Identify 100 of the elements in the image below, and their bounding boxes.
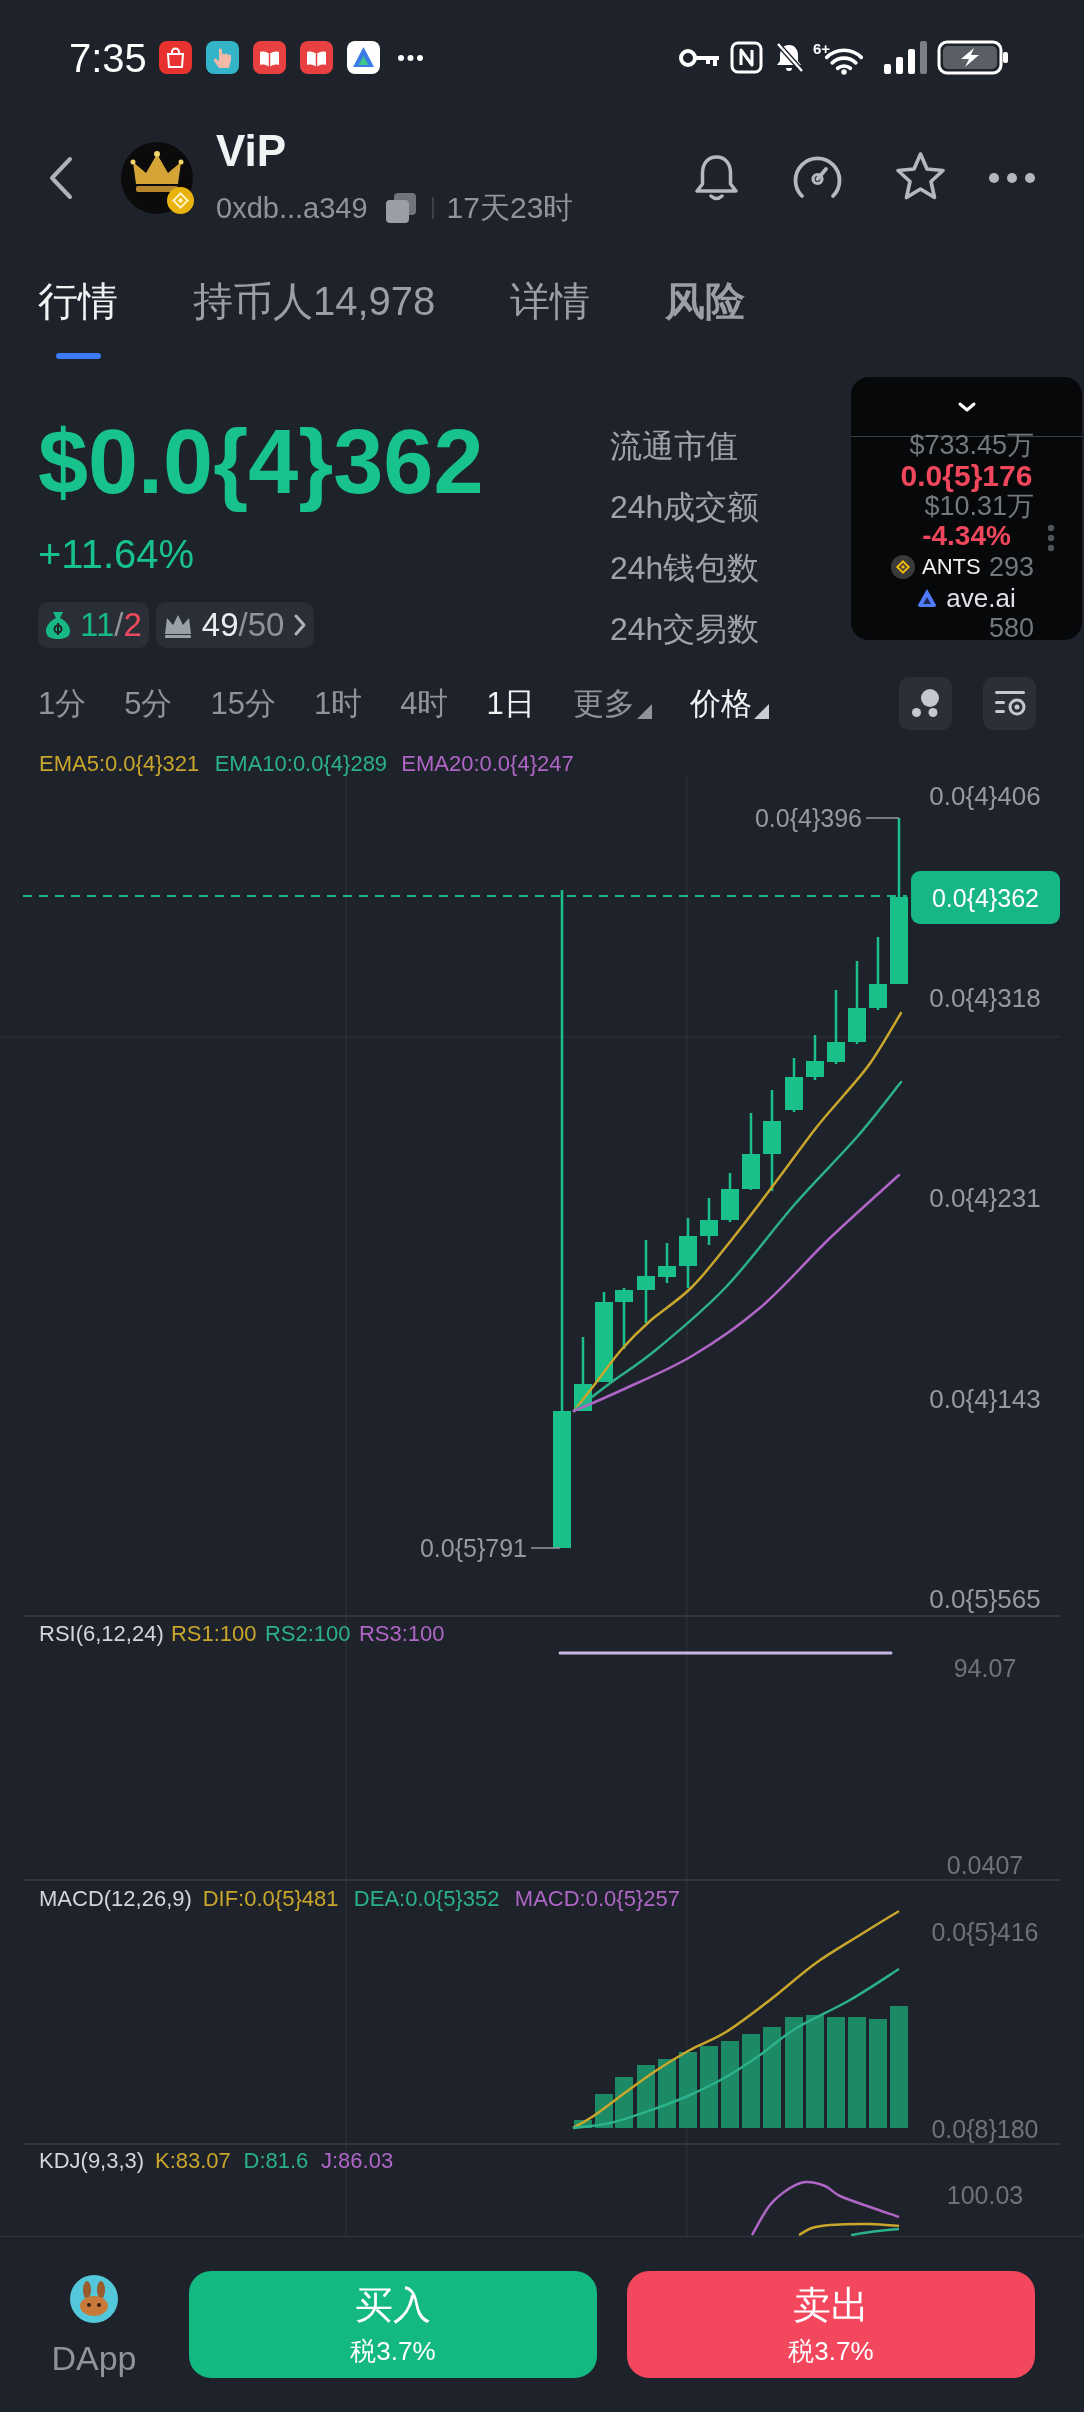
- token-age: 17天23时: [446, 193, 574, 223]
- indicator-legend: RS3:100: [358, 1620, 445, 1646]
- key-icon: [677, 46, 720, 69]
- bag-app-icon: [158, 41, 192, 74]
- badge-count: 49/50: [201, 608, 285, 641]
- candle: [658, 1243, 676, 1283]
- triangle-app-icon: [346, 41, 380, 74]
- y-axis-label: 0.0{4}318: [929, 983, 1041, 1013]
- indicator-legend: RS1:100: [170, 1620, 257, 1646]
- widget-site: ave.ai: [946, 584, 1016, 611]
- candle: [679, 1218, 697, 1288]
- bunny-icon[interactable]: [69, 2274, 119, 2323]
- y-axis-label: 0.0407: [946, 1851, 1024, 1879]
- triangle-logo-icon: [917, 587, 938, 608]
- dropdown-menu[interactable]: 价格: [689, 687, 769, 719]
- more-icon: [397, 54, 423, 61]
- indicator-legend: K:83.07: [155, 2147, 231, 2173]
- circles-icon: [910, 688, 941, 718]
- indicator-legend: MACD:0.0{5}257: [514, 1885, 680, 1911]
- stat-label: 流通市值: [610, 429, 738, 462]
- candle: [700, 1198, 718, 1245]
- macd-bar: [574, 2120, 592, 2128]
- book-app-icon: [299, 41, 333, 74]
- token-title: ViP: [216, 129, 287, 173]
- y-axis-label: 94.07: [953, 1654, 1017, 1682]
- list-settings-icon: [993, 689, 1026, 717]
- tab[interactable]: 详情: [510, 281, 591, 321]
- more-icon[interactable]: [988, 171, 1036, 184]
- indicator-legend: DIF:0.0{5}481: [202, 1885, 339, 1911]
- timeframe-tab[interactable]: 4时: [400, 687, 449, 719]
- price-change: +11.64%: [38, 533, 195, 574]
- timeframe-tab[interactable]: 1时: [314, 687, 363, 719]
- stat-value: 293: [988, 554, 1034, 581]
- indicator-legend: RSI(6,12,24): [39, 1620, 164, 1646]
- indicator-legend: EMA20:0.0{4}247: [401, 750, 574, 776]
- coin-icon: [891, 554, 915, 579]
- widget-change: -4.34%: [922, 521, 1011, 552]
- wifi-badge-text: 6+: [812, 40, 830, 56]
- timeframe-tab[interactable]: 1日: [486, 687, 535, 719]
- indicator-legend: D:81.6: [243, 2147, 309, 2173]
- book-app-icon: [252, 41, 286, 74]
- hand-app-icon: [205, 41, 239, 74]
- y-axis-label: 0.0{4}143: [929, 1384, 1041, 1414]
- y-axis-label: 0.0{4}231: [929, 1183, 1041, 1213]
- badge-count: 11/2: [80, 608, 142, 641]
- back-icon[interactable]: [48, 155, 74, 200]
- stat-label: 24h钱包数: [610, 551, 760, 584]
- status-time: 7:35: [69, 37, 147, 78]
- chart-settings-button[interactable]: [983, 676, 1036, 730]
- more-vertical-icon[interactable]: [1046, 524, 1056, 552]
- dropdown-triangle-icon: [636, 703, 652, 719]
- dropdown-triangle-icon: [753, 703, 769, 719]
- stat-value: 580: [988, 615, 1034, 642]
- tab[interactable]: 持币人14,978: [193, 281, 436, 321]
- candle: [721, 1173, 739, 1222]
- y-axis-label: 100.03: [946, 2181, 1024, 2209]
- dropdown-menu[interactable]: 更多: [572, 687, 652, 719]
- timeframe-tab[interactable]: 15分: [210, 687, 276, 719]
- money-bag-icon: [45, 609, 71, 640]
- indicator-legend: EMA5:0.0{4}321: [39, 750, 200, 776]
- nfc-icon: [729, 41, 763, 74]
- macd-bar: [658, 2059, 676, 2128]
- indicator-legend: J:86.03: [321, 2147, 394, 2173]
- indicator-legend: MACD(12,26,9): [39, 1885, 192, 1911]
- token-price: $0.0{4}362: [38, 411, 484, 514]
- stat-value: $10.31万: [924, 493, 1034, 520]
- tab[interactable]: 行情: [38, 281, 118, 359]
- widget-price: 0.0{5}176: [900, 459, 1033, 492]
- stat-label: 24h成交额: [610, 490, 760, 523]
- current-price-tag: 0.0{4}362: [911, 871, 1060, 924]
- widget-token: ANTS: [922, 555, 981, 578]
- indicator-legend: KDJ(9,3,3): [39, 2147, 145, 2173]
- y-axis-label: 0.0{4}406: [929, 781, 1041, 811]
- candle: [785, 1058, 803, 1112]
- ranking-badge[interactable]: 49/50: [155, 601, 315, 648]
- indicator-legend: RS2:100: [264, 1620, 351, 1646]
- y-axis-label: 0.0{8}180: [931, 2115, 1039, 2143]
- candle: [806, 1035, 824, 1080]
- signal-icon: [882, 40, 927, 75]
- indicator-legend: EMA10:0.0{4}289: [214, 750, 388, 776]
- sell-button[interactable]: 卖出 税3.7%: [627, 2271, 1035, 2378]
- tab-indicator: [55, 353, 101, 359]
- low-price-label: 0.0{5}791: [419, 1534, 527, 1562]
- coin-badge-icon: [166, 185, 195, 215]
- macd-bar: [637, 2065, 655, 2128]
- tab[interactable]: 风险: [665, 281, 746, 321]
- timeframe-tab[interactable]: 5分: [124, 687, 173, 719]
- leader-line: [865, 817, 900, 819]
- overlay-toggle-button[interactable]: [899, 676, 952, 730]
- y-axis-label: 0.0{5}565: [929, 1584, 1041, 1614]
- leader-line: [530, 1547, 561, 1549]
- indicator-legend: DEA:0.0{5}352: [353, 1885, 500, 1911]
- chevron-down-icon[interactable]: [956, 400, 977, 413]
- candle: [615, 1288, 633, 1349]
- battery-charging-icon: [937, 40, 1010, 75]
- dapp-label[interactable]: DApp: [51, 2340, 137, 2375]
- timeframe-tab[interactable]: 1分: [38, 687, 87, 719]
- stat-label: 24h交易数: [610, 612, 760, 645]
- high-price-label: 0.0{4}396: [754, 804, 862, 832]
- d-line: [850, 2227, 900, 2236]
